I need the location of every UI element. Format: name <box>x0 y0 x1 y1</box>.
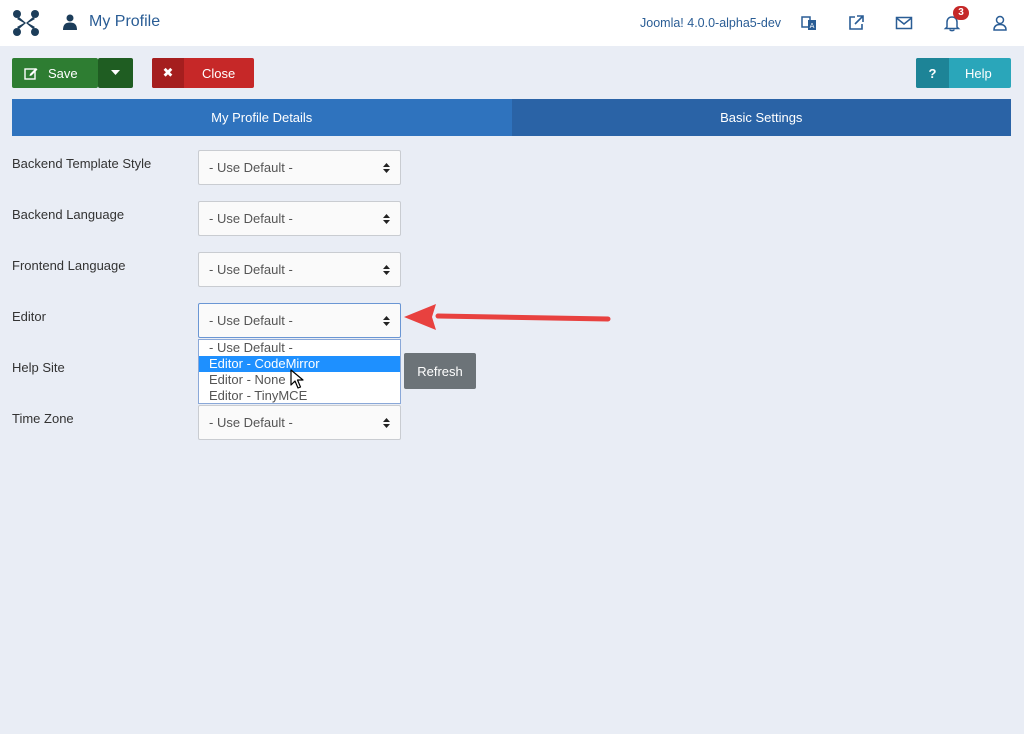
editor-label: Editor <box>12 309 46 324</box>
save-button[interactable]: Save <box>12 58 98 88</box>
editor-option-default[interactable]: - Use Default - <box>199 340 400 356</box>
select-value: - Use Default - <box>209 211 293 226</box>
question-icon: ? <box>916 58 949 88</box>
select-value: - Use Default - <box>209 160 293 175</box>
mouse-cursor-icon <box>290 369 304 389</box>
version-label[interactable]: Joomla! 4.0.0-alpha5-dev <box>640 16 781 30</box>
joomla-logo-icon[interactable] <box>12 9 40 37</box>
save-dropdown-toggle[interactable] <box>98 58 133 88</box>
svg-text:A: A <box>810 22 815 30</box>
notification-badge: 3 <box>953 6 969 20</box>
top-header: My Profile Joomla! 4.0.0-alpha5-dev A 3 <box>0 0 1024 46</box>
select-value: - Use Default - <box>209 415 293 430</box>
help-site-label: Help Site <box>12 360 65 375</box>
help-label: Help <box>965 65 992 81</box>
select-caret-icon <box>383 163 390 173</box>
user-icon <box>63 14 77 30</box>
external-link-icon[interactable] <box>847 14 865 32</box>
refresh-button[interactable]: Refresh <box>404 353 476 389</box>
backend-template-style-label: Backend Template Style <box>12 156 152 171</box>
backend-language-select[interactable]: - Use Default - <box>198 201 401 236</box>
select-value: - Use Default - <box>209 262 293 277</box>
select-caret-icon <box>383 418 390 428</box>
help-button[interactable]: ? Help <box>916 58 1011 88</box>
page-title: My Profile <box>89 13 161 30</box>
backend-template-style-select[interactable]: - Use Default - <box>198 150 401 185</box>
frontend-language-label: Frontend Language <box>12 258 126 273</box>
annotation-arrow-icon <box>404 304 611 330</box>
select-caret-icon <box>383 214 390 224</box>
tab-my-profile-details[interactable]: My Profile Details <box>12 99 512 136</box>
select-caret-icon <box>383 316 390 326</box>
tab-bar: My Profile Details Basic Settings <box>12 99 1011 136</box>
mail-icon[interactable] <box>895 14 913 32</box>
select-caret-icon <box>383 265 390 275</box>
backend-language-label: Backend Language <box>12 207 125 222</box>
editor-select[interactable]: - Use Default - <box>198 303 401 338</box>
editor-option-tinymce[interactable]: Editor - TinyMCE <box>199 388 400 404</box>
language-icon[interactable]: A <box>800 14 818 32</box>
select-value: - Use Default - <box>209 313 293 328</box>
close-button[interactable]: ✖ Close <box>152 58 254 88</box>
account-icon[interactable] <box>991 14 1009 32</box>
edit-icon <box>24 68 38 80</box>
tab-basic-settings[interactable]: Basic Settings <box>511 99 1011 136</box>
caret-down-icon <box>111 70 120 75</box>
close-icon: ✖ <box>152 58 184 88</box>
save-label: Save <box>48 65 78 81</box>
close-label: Close <box>202 65 236 81</box>
frontend-language-select[interactable]: - Use Default - <box>198 252 401 287</box>
time-zone-select[interactable]: - Use Default - <box>198 405 401 440</box>
time-zone-label: Time Zone <box>12 411 74 426</box>
